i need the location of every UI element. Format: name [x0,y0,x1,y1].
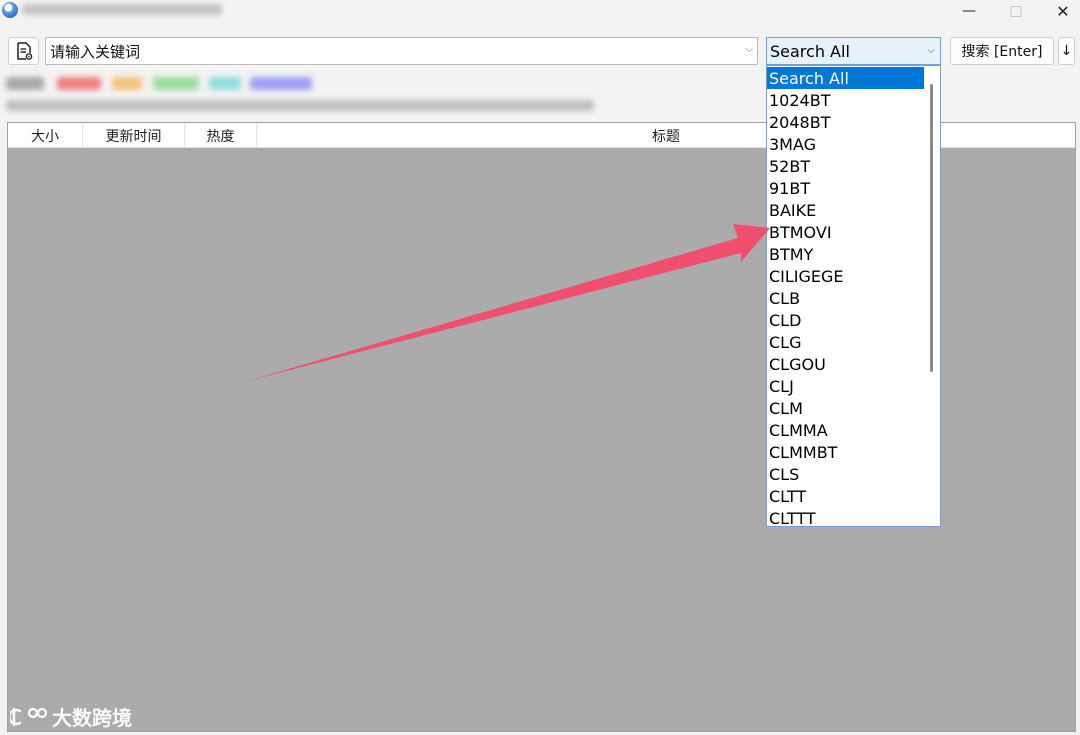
dropdown-item[interactable]: CLJ [767,375,924,397]
blurred-tag [153,77,199,90]
window-title-blurred [22,4,222,15]
watermark-logo-icon [10,707,48,726]
dropdown-item[interactable]: BTMY [767,243,924,265]
blurred-info-line [6,100,594,111]
blurred-tag [209,77,241,90]
dropdown-item[interactable]: CLM [767,397,924,419]
column-header-heat[interactable]: 热度 [185,123,257,148]
dropdown-item[interactable]: CLGOU [767,353,924,375]
blurred-tag [250,77,312,90]
keyword-input[interactable]: 请输入关键词 ⌵ [45,37,758,65]
document-settings-icon [16,42,32,60]
open-file-button[interactable] [8,37,39,65]
dropdown-item[interactable]: 1024BT [767,89,924,111]
dropdown-item[interactable]: CLMMA [767,419,924,441]
site-dropdown-list[interactable]: Search All 1024BT 2048BT 3MAG 52BT 91BT … [766,65,941,527]
site-select-value: Search All [770,41,850,61]
close-button[interactable]: ✕ [1040,0,1080,22]
dropdown-item[interactable]: CLB [767,287,924,309]
watermark-text: 大数跨境 [52,706,132,730]
search-button[interactable]: 搜索 [Enter] [950,37,1054,65]
dropdown-item[interactable]: CLTTT [767,507,924,527]
column-header-title[interactable]: 标题 [257,123,1075,148]
dropdown-item[interactable]: BAIKE [767,199,924,221]
chevron-down-icon[interactable]: ⌵ [745,44,753,55]
site-select[interactable]: Search All ⌵ [766,37,941,65]
dropdown-scrollbar[interactable] [930,84,933,372]
keyword-input-text: 请输入关键词 [50,42,141,61]
blurred-label [6,77,44,90]
blurred-tag [112,77,142,90]
column-header-updated[interactable]: 更新时间 [83,123,185,148]
app-icon [2,2,18,18]
dropdown-item[interactable]: Search All [767,67,924,89]
dropdown-item[interactable]: CILIGEGE [767,265,924,287]
blurred-tag [57,77,101,90]
dropdown-item[interactable]: 2048BT [767,111,924,133]
dropdown-item[interactable]: 52BT [767,155,924,177]
dropdown-item[interactable]: 91BT [767,177,924,199]
dropdown-item[interactable]: CLTT [767,485,924,507]
column-header-size[interactable]: 大小 [8,123,83,148]
dropdown-item[interactable]: CLMMBT [767,441,924,463]
minimize-button[interactable]: — [946,0,992,22]
dropdown-item[interactable]: CLG [767,331,924,353]
title-bar: — □ ✕ [0,0,1080,22]
dropdown-item[interactable]: CLS [767,463,924,485]
chevron-down-icon[interactable]: ⌵ [927,45,935,56]
maximize-button[interactable]: □ [993,0,1039,22]
watermark: 大数跨境 [10,702,132,731]
dropdown-item[interactable]: CLD [767,309,924,331]
dropdown-item[interactable]: BTMOVI [767,221,924,243]
dropdown-item[interactable]: 3MAG [767,133,924,155]
sort-button[interactable]: ↓ [1058,37,1075,65]
